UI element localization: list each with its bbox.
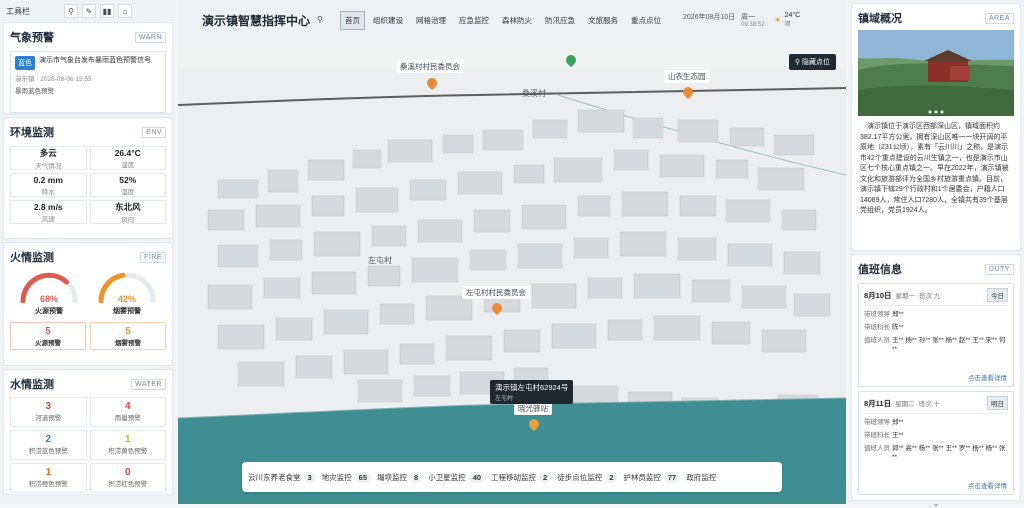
header-weather: ☀ 24°C 晴	[773, 12, 801, 28]
home-icon[interactable]: ⌂	[118, 4, 132, 18]
tab-org[interactable]: 组织建设	[368, 11, 408, 30]
view-detail-link[interactable]: 点击查看详情	[968, 372, 1007, 382]
monitor-category[interactable]: 工程移动监控 2	[491, 471, 552, 483]
tab-tourism[interactable]: 文旅服务	[583, 11, 623, 30]
card-tag: WARN	[134, 31, 166, 43]
monitor-category[interactable]: 塌坝监控 8	[377, 471, 423, 483]
duty-day-card: 8月10日 星期一 班次 九 今日 带班领导 郑** 带班科长 陈** 值班人员 王*…	[858, 283, 1014, 387]
map-label[interactable]: 桑溪村村民委员会	[396, 60, 464, 73]
location-pin-icon[interactable]: ⚲	[317, 15, 327, 25]
tab-flood[interactable]: 防汛应急	[540, 11, 580, 30]
card-tag: DUTY	[984, 263, 1014, 275]
weather-warning-card: 气象预警 WARN 蓝色 演示市气象台发布暴雨蓝色预警信号 演示镇 · 2026…	[3, 22, 173, 114]
view-detail-link[interactable]: 点击查看详情	[968, 480, 1007, 490]
fire-card: 火情监测 FIRE 68% 火源预警 42% 烟雾预警 5 火源预警 5 烟雾预…	[3, 242, 173, 366]
place-name: 桑溪村	[522, 89, 546, 98]
water-cell[interactable]: 1 积涝黄色预警	[89, 430, 166, 460]
env-card: 环境监测 ENV 多云 天气情况 26.4°C 温度 0.2 mm 降水 52% 湿度 …	[3, 117, 173, 239]
water-cell[interactable]: 3 河道预警	[10, 397, 87, 427]
duty-card: 值班信息 DUTY 8月10日 星期一 班次 九 今日 带班领导 郑** 带班科长…	[851, 254, 1021, 508]
card-title: 环境监测	[10, 127, 54, 139]
pencil-icon[interactable]: ✎	[82, 4, 96, 18]
smoke-count[interactable]: 5 烟雾预警	[90, 322, 166, 350]
tab-grid[interactable]: 网格治理	[411, 11, 451, 30]
monitor-category[interactable]: 徒步点位监控 2	[557, 471, 618, 483]
map-view[interactable]: 演示镇智慧指挥中心 ⚲ 首页 组织建设 网格治理 应急监控 森林防火 防汛应急 …	[178, 0, 846, 504]
duty-day-card: 8月11日 星期二 班次 十 明日 带班领导 郑** 带班科长 王** 值班人员 郭*…	[858, 391, 1014, 495]
warning-name: 暴雨蓝色预警	[15, 88, 54, 95]
water-cell[interactable]: 1 积涝橙色预警	[10, 463, 87, 493]
fire-source-count[interactable]: 5 火源预警	[10, 322, 86, 350]
card-tag: ENV	[142, 126, 166, 138]
env-cell: 26.4°C 温度	[89, 146, 166, 170]
water-cell[interactable]: 4 雨量预警	[89, 397, 166, 427]
env-cell: 2.8 m/s 风速	[10, 200, 87, 224]
card-title: 火情监测	[10, 252, 54, 264]
toolbar: 工具栏 ⚲ ✎ ▮▮ ⌂	[0, 0, 176, 22]
warning-meta: 演示镇 · 2026-08-06 15:55	[15, 76, 92, 83]
tab-fire[interactable]: 森林防火	[497, 11, 537, 30]
env-cell: 多云 天气情况	[10, 146, 87, 170]
warning-level-badge: 蓝色	[15, 56, 35, 70]
map-label[interactable]: 山农生态园	[664, 70, 710, 83]
town-photo	[858, 30, 1014, 116]
env-cell: 52% 湿度	[89, 173, 166, 197]
tomorrow-badge: 明日	[987, 396, 1008, 410]
map-tooltip: 演示镇左屯村62924号 左屯村	[490, 380, 574, 404]
warning-item[interactable]: 蓝色 演示市气象台发布暴雨蓝色预警信号 演示镇 · 2026-08-06 15:…	[10, 51, 166, 113]
overview-text: 演示镇位于演示区西部深山区，镇域面积约382.17平方公里，拥有深山区唯一一块开…	[860, 123, 1009, 214]
sun-icon: ☀	[773, 14, 782, 25]
columns-icon[interactable]: ▮▮	[100, 4, 114, 18]
monitor-category-bar: 云川东养老食堂 3 地灾监控 65 塌坝监控 8 小卫星监控 40 工程移动监控 2 徒步…	[242, 462, 782, 492]
water-cell[interactable]: 2 积涝蓝色预警	[10, 430, 87, 460]
monitor-category[interactable]: 云川东养老食堂 3	[248, 471, 316, 483]
env-cell: 东北风 风向	[89, 200, 166, 224]
overview-card: 镇域概况 AREA 演示镇位于演示区西部深山区，镇域面积约382.17平方公里，…	[851, 3, 1021, 251]
card-tag: FIRE	[140, 251, 166, 263]
top-nav: 演示镇智慧指挥中心 ⚲ 首页 组织建设 网格治理 应急监控 森林防火 防汛应急 …	[178, 0, 846, 40]
pin-icon[interactable]: ⚲	[64, 4, 78, 18]
tab-home[interactable]: 首页	[340, 10, 366, 30]
monitor-category[interactable]: 地灾监控 65	[322, 471, 372, 483]
card-tag: AREA	[984, 12, 1014, 24]
tab-emergency[interactable]: 应急监控	[454, 11, 494, 30]
card-title: 值班信息	[858, 264, 902, 276]
right-panel: 镇域概况 AREA 演示镇位于演示区西部深山区，镇域面积约382.17平方公里，…	[848, 0, 1024, 508]
map-canvas[interactable]	[178, 0, 846, 504]
monitor-category[interactable]: 护林员监控 77	[623, 471, 681, 483]
monitor-category[interactable]: 小卫星监控 40	[428, 471, 486, 483]
datetime: 2026年08月10日 周一 09:38:52	[683, 14, 765, 28]
water-card: 水情监测 WATER 3 河道预警 4 雨量预警 2 积涝蓝色预警 1 积涝黄色预警 1…	[3, 369, 173, 495]
place-name: 左屯村	[368, 256, 392, 265]
toolbar-label: 工具栏	[6, 6, 30, 16]
env-cell: 0.2 mm 降水	[10, 173, 87, 197]
hide-points-button[interactable]: ⚲ 隐藏点位	[788, 54, 836, 70]
monitor-category[interactable]: 政府监控	[686, 472, 716, 483]
card-tag: WATER	[131, 378, 166, 390]
card-title: 镇域概况	[858, 13, 902, 25]
left-panel: 工具栏 ⚲ ✎ ▮▮ ⌂ 气象预警 WARN 蓝色 演示市气象台发布暴雨蓝色预警…	[0, 0, 176, 504]
app-title: 演示镇智慧指挥中心	[202, 13, 311, 28]
card-title: 水情监测	[10, 379, 54, 391]
map-label[interactable]: 左屯村村民委员会	[462, 286, 530, 299]
warning-text: 演示市气象台发布暴雨蓝色预警信号	[39, 57, 151, 64]
smoke-gauge: 42% 烟雾预警	[94, 269, 160, 316]
fire-source-gauge: 68% 火源预警	[16, 269, 82, 316]
water-cell[interactable]: 0 积涝红色预警	[89, 463, 166, 493]
card-title: 气象预警	[10, 32, 54, 44]
tab-points[interactable]: 重点点位	[626, 11, 666, 30]
today-badge: 今日	[987, 288, 1008, 302]
